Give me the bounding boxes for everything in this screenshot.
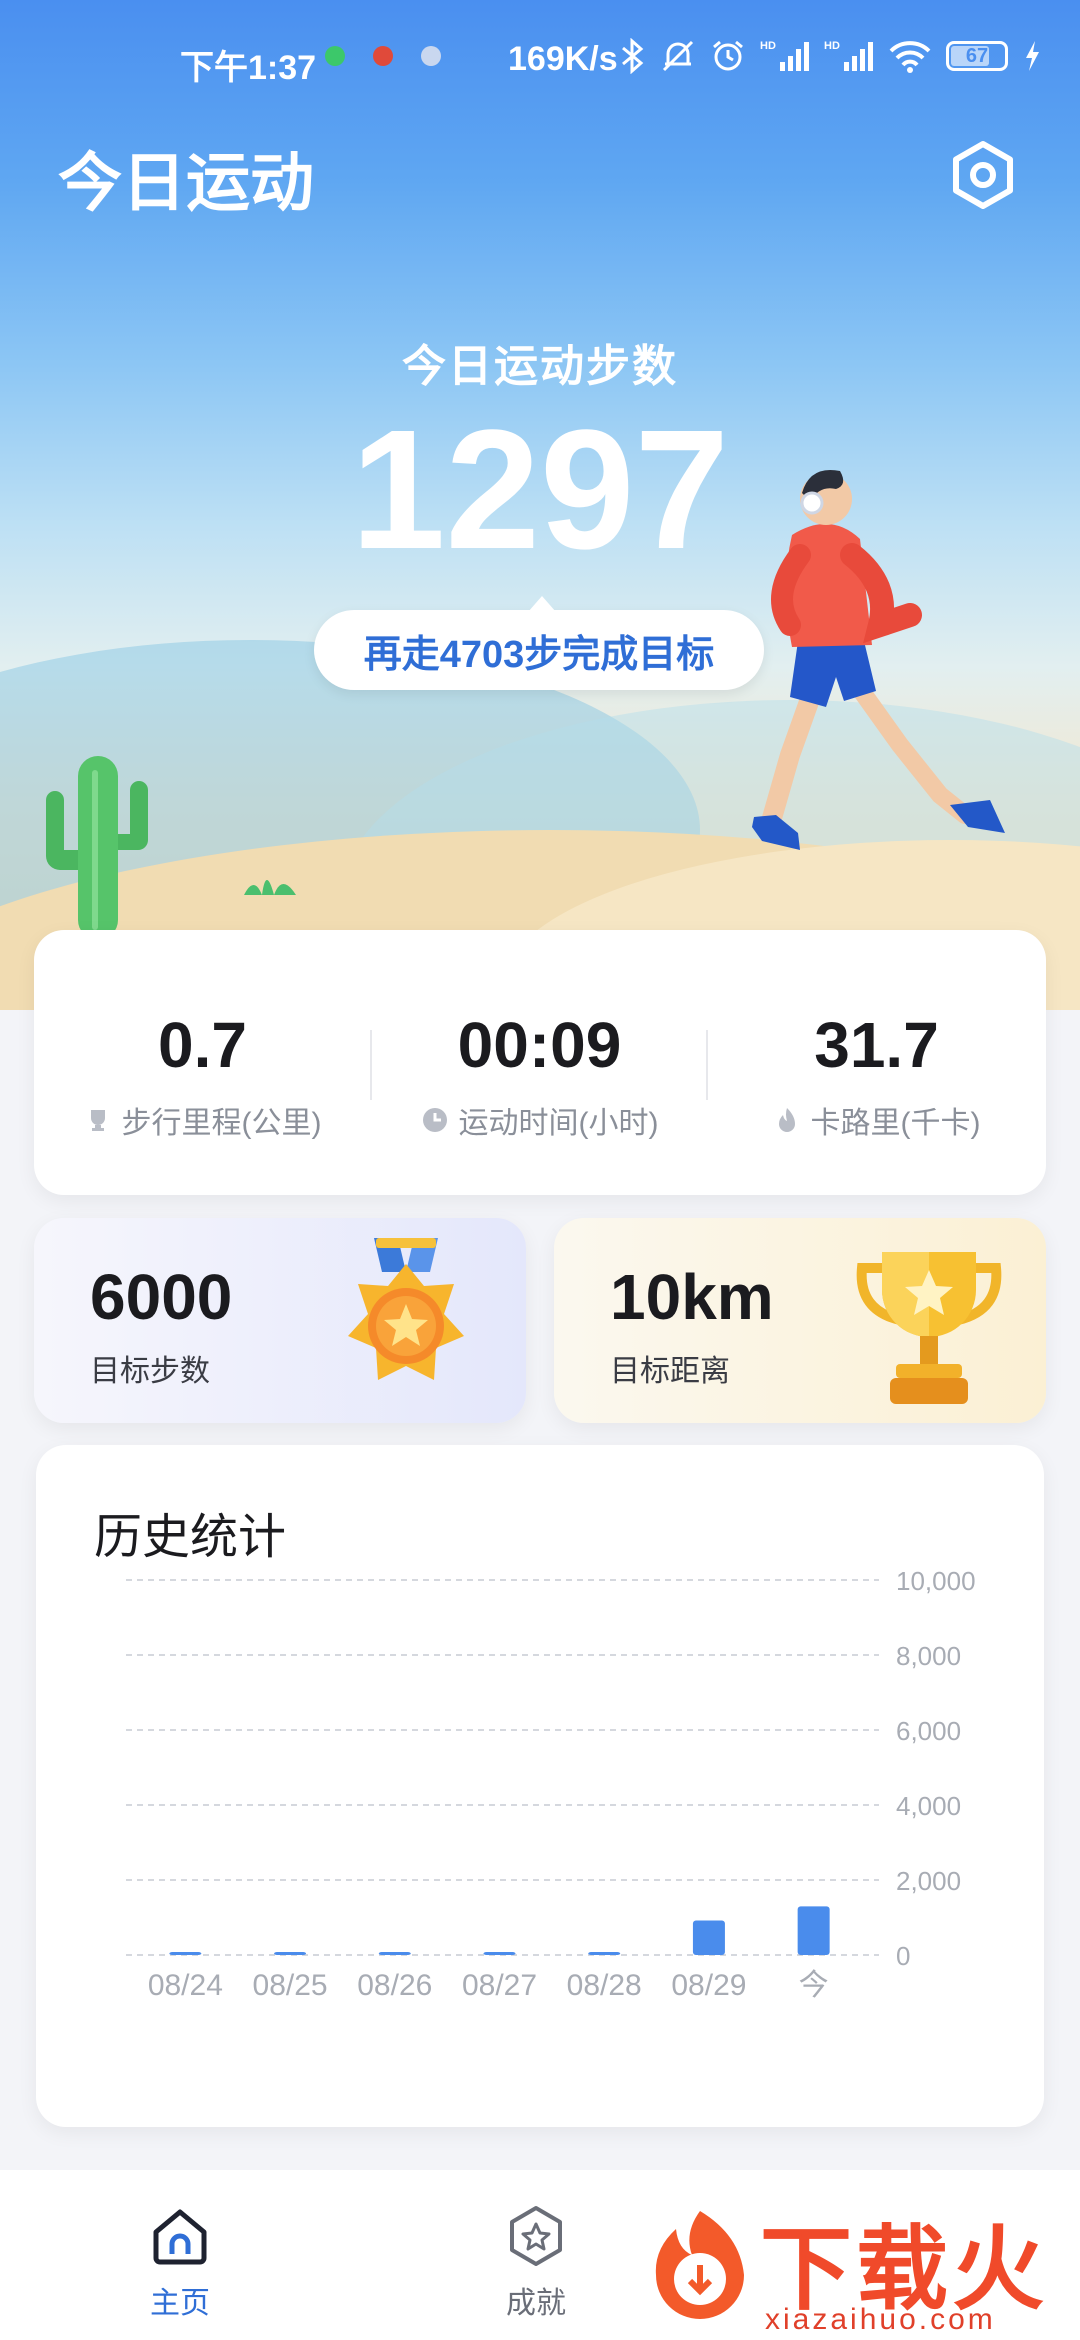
goal-steps-value: 6000 bbox=[90, 1261, 233, 1333]
y-tick-label: 10,000 bbox=[896, 1566, 976, 1596]
notification-icon bbox=[421, 46, 441, 66]
battery-icon: 67 bbox=[946, 41, 1008, 71]
y-tick-label: 8,000 bbox=[896, 1641, 961, 1671]
goal-remaining-pill: 再走4703步完成目标 bbox=[314, 596, 764, 690]
status-bar: 下午1:37 169K/s HD HD 67 bbox=[0, 0, 1080, 120]
x-tick-label: 08/25 bbox=[253, 1969, 328, 2002]
grass-illustration bbox=[244, 880, 296, 895]
goal-steps-label: 目标步数 bbox=[90, 1355, 210, 1388]
battery-level: 67 bbox=[965, 45, 989, 67]
bluetooth-icon bbox=[622, 38, 644, 74]
status-time: 下午1:37 bbox=[180, 49, 317, 87]
stat-value: 31.7 bbox=[814, 1009, 939, 1081]
svg-text:HD: HD bbox=[824, 40, 840, 52]
bar bbox=[274, 1952, 307, 1955]
bar bbox=[483, 1952, 516, 1955]
goal-distance-value: 10km bbox=[610, 1261, 774, 1333]
wifi-icon bbox=[889, 41, 931, 73]
mute-icon bbox=[662, 40, 694, 72]
medal-icon bbox=[348, 1238, 464, 1380]
bar bbox=[692, 1920, 725, 1955]
y-tick-label: 2,000 bbox=[896, 1866, 961, 1896]
watermark-url: xiazaihuo.com bbox=[765, 2303, 996, 2336]
stat-label: 步行里程(公里) bbox=[121, 1107, 322, 1140]
goal-steps-card[interactable]: 6000 目标步数 bbox=[34, 1218, 526, 1423]
today-stats-card: 0.7 步行里程(公里) 00:09 运动时间(小时) 31.7 卡路里(千卡) bbox=[34, 930, 1046, 1195]
notification-icons bbox=[325, 46, 441, 66]
stat-label-row: 步行里程(公里) bbox=[34, 1098, 371, 1142]
notification-icon bbox=[373, 46, 393, 66]
x-tick-label: 08/24 bbox=[148, 1969, 223, 2002]
steps-count: 1297 bbox=[350, 395, 730, 585]
goal-distance-card[interactable]: 10km 目标距离 bbox=[554, 1218, 1046, 1423]
alarm-icon bbox=[713, 40, 743, 71]
clock-icon bbox=[422, 1108, 447, 1132]
bar bbox=[169, 1952, 202, 1955]
stat-label-row: 运动时间(小时) bbox=[371, 1098, 708, 1142]
stat-value: 00:09 bbox=[457, 1009, 622, 1081]
signal-icon: HD bbox=[760, 40, 809, 71]
nav-item-achievements[interactable]: 成就 bbox=[456, 2204, 616, 2322]
runner-illustration bbox=[752, 469, 1005, 850]
nav-item-home[interactable]: 主页 bbox=[100, 2204, 260, 2322]
nav-label: 主页 bbox=[150, 2287, 210, 2320]
history-bar-chart: 10,000 8,000 6,000 4,000 2,000 0 08/24 08/25 08/… bbox=[126, 1566, 976, 2002]
bar bbox=[378, 1952, 411, 1955]
nav-label: 成就 bbox=[506, 2287, 566, 2320]
goal-distance-label: 目标距离 bbox=[610, 1355, 730, 1388]
flame-logo-icon bbox=[655, 2211, 744, 2319]
history-card: 历史统计 10,000 8,000 6,000 4,000 2,000 0 08/24 08/… bbox=[36, 1445, 1044, 2127]
y-tick-label: 4,000 bbox=[896, 1791, 961, 1821]
x-tick-label: 08/28 bbox=[567, 1969, 642, 2002]
hexagon-settings-icon[interactable] bbox=[946, 138, 1020, 212]
notification-icon bbox=[325, 46, 345, 66]
stat-value: 0.7 bbox=[158, 1009, 247, 1081]
y-tick-label: 6,000 bbox=[896, 1716, 961, 1746]
trophy-icon bbox=[90, 1110, 105, 1131]
flame-icon bbox=[778, 1108, 795, 1132]
bar bbox=[797, 1906, 830, 1955]
watermark: 下载火 xiazaihuo.com bbox=[640, 2195, 1080, 2340]
stat-calories: 31.7 卡路里(千卡) bbox=[708, 1010, 1045, 1142]
x-tick-label: 今 bbox=[799, 1969, 829, 2002]
page-title: 今日运动 bbox=[58, 147, 314, 219]
x-tick-label: 08/27 bbox=[462, 1969, 537, 2002]
signal-icon: HD bbox=[824, 40, 873, 71]
bar bbox=[588, 1952, 621, 1955]
y-tick-label: 0 bbox=[896, 1941, 910, 1971]
x-tick-label: 08/29 bbox=[671, 1969, 746, 2002]
stat-distance: 0.7 步行里程(公里) bbox=[34, 1010, 371, 1142]
network-speed: 169K/s bbox=[508, 40, 618, 78]
stat-duration: 00:09 运动时间(小时) bbox=[371, 1010, 708, 1142]
trophy-icon bbox=[856, 1252, 1002, 1404]
x-tick-label: 08/26 bbox=[357, 1969, 432, 2002]
stat-label-row: 卡路里(千卡) bbox=[708, 1098, 1045, 1142]
steps-label: 今日运动步数 bbox=[402, 342, 678, 391]
goal-remaining-text: 再走4703步完成目标 bbox=[363, 633, 715, 676]
svg-text:HD: HD bbox=[760, 40, 776, 52]
stat-label: 运动时间(小时) bbox=[458, 1107, 659, 1140]
system-icons: HD HD 67 bbox=[620, 38, 1042, 74]
star-hexagon-icon bbox=[510, 2206, 562, 2266]
stat-label: 卡路里(千卡) bbox=[810, 1107, 981, 1140]
home-icon bbox=[153, 2209, 207, 2265]
cactus-illustration bbox=[46, 756, 148, 940]
charging-icon bbox=[1026, 41, 1039, 71]
